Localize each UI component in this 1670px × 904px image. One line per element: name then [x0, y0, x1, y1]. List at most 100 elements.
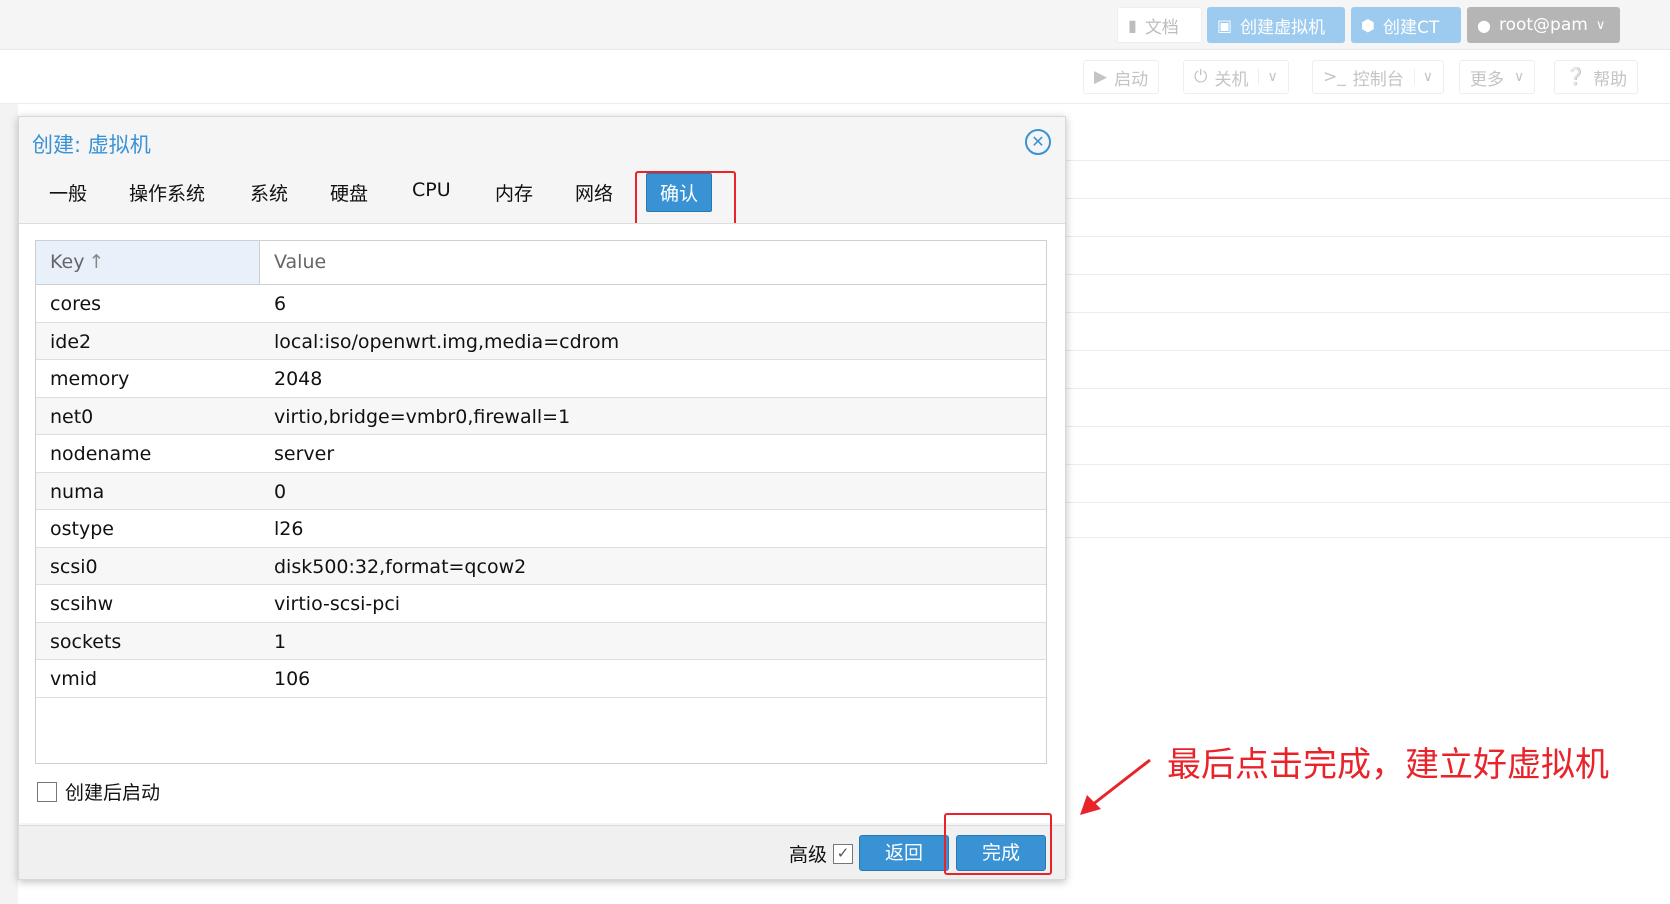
table-row[interactable]: scsihw virtio-scsi-pci [36, 585, 1046, 623]
more-label: 更多 [1470, 69, 1504, 90]
table-row[interactable]: ide2 local:iso/openwrt.img,media=cdrom [36, 322, 1046, 360]
row-key: memory [50, 368, 130, 390]
book-icon: ▮ [1128, 15, 1137, 35]
start-after-create-label: 创建后启动 [65, 782, 161, 804]
row-value: 2048 [274, 368, 323, 390]
tab-disk[interactable]: 硬盘 [330, 179, 368, 206]
shutdown-label: 关机 [1214, 69, 1249, 90]
row-key: nodename [50, 443, 152, 465]
start-button[interactable]: ▶ 启动 [1083, 60, 1160, 94]
help-label: 帮助 [1593, 69, 1628, 90]
row-value: 6 [274, 293, 287, 315]
user-menu[interactable]: ● root@pam ∨ [1467, 7, 1620, 43]
annotation-text: 最后点击完成，建立好虚拟机 [1167, 745, 1609, 785]
sort-asc-icon: ↑ [88, 251, 105, 273]
key-column-header[interactable]: Key ↑ [36, 241, 260, 284]
value-column-header[interactable]: Value [260, 241, 340, 284]
table-row[interactable]: vmid 106 [36, 660, 1046, 698]
checkbox-box[interactable] [37, 781, 57, 802]
console-button[interactable]: >_ 控制台 ∨ [1312, 60, 1444, 94]
create-vm-label: 创建虚拟机 [1240, 17, 1326, 38]
back-button[interactable]: 返回 [859, 835, 949, 871]
create-ct-label: 创建CT [1382, 17, 1440, 38]
tab-general[interactable]: 一般 [49, 179, 87, 206]
monitor-icon: ▣ [1217, 15, 1233, 35]
close-icon[interactable]: ✕ [1025, 129, 1051, 155]
row-key: scsihw [50, 593, 114, 615]
cube-icon: ⬢ [1361, 15, 1375, 35]
create-ct-button[interactable]: ⬢ 创建CT [1351, 7, 1461, 43]
value-header-label: Value [274, 251, 327, 273]
row-value: 106 [274, 668, 311, 690]
settings-grid: Key ↑ Value cores 6 ide2 local:iso/openwrt.… [35, 240, 1047, 764]
left-panel [0, 104, 18, 904]
row-key: ostype [50, 518, 114, 540]
vm-toolbar: ▶ 启动 ⏻ 关机 ∨ >_ 控制台 ∨ 更多 ∨ ❔ 帮助 [0, 50, 1670, 104]
power-icon: ⏻ [1194, 67, 1208, 87]
table-row[interactable]: sockets 1 [36, 622, 1046, 660]
chevron-down-icon: ∨ [1514, 69, 1525, 85]
row-key: sockets [50, 630, 122, 653]
row-key: vmid [50, 668, 98, 690]
create-vm-dialog: 创建: 虚拟机 ✕ 一般 操作系统 系统 硬盘 CPU 内存 网络 确认 Key… [18, 116, 1066, 880]
row-value: local:iso/openwrt.img,media=cdrom [274, 330, 620, 353]
shutdown-button[interactable]: ⏻ 关机 ∨ [1183, 60, 1289, 94]
chevron-down-icon[interactable]: ∨ [1413, 69, 1433, 85]
bg-divider [1060, 464, 1670, 465]
advanced-label: 高级 [789, 844, 828, 866]
bg-divider [1060, 160, 1670, 161]
terminal-icon: >_ [1323, 67, 1346, 87]
row-value: 0 [274, 480, 287, 503]
row-value: 1 [274, 630, 287, 653]
row-key: scsi0 [50, 555, 98, 578]
dialog-footer: 高级 ✓ 返回 完成 [19, 825, 1065, 879]
bg-divider [1060, 236, 1670, 237]
console-label: 控制台 [1352, 69, 1404, 90]
dialog-title: 创建: 虚拟机 [32, 133, 151, 157]
tab-cpu[interactable]: CPU [412, 179, 451, 201]
bg-divider [1060, 388, 1670, 389]
table-row[interactable]: ostype l26 [36, 510, 1046, 548]
help-icon: ❔ [1565, 67, 1587, 87]
bg-divider [1060, 198, 1670, 199]
bg-divider [1060, 274, 1670, 275]
create-vm-button[interactable]: ▣ 创建虚拟机 [1207, 7, 1345, 43]
row-value: virtio,bridge=vmbr0,firewall=1 [274, 405, 571, 428]
play-icon: ▶ [1094, 67, 1108, 87]
table-row[interactable]: numa 0 [36, 472, 1046, 510]
table-row[interactable]: memory 2048 [36, 360, 1046, 398]
user-label: root@pam [1498, 15, 1588, 35]
tab-os[interactable]: 操作系统 [129, 179, 205, 206]
docs-label: 文档 [1144, 17, 1179, 38]
user-icon: ● [1477, 15, 1491, 35]
advanced-checkbox[interactable]: 高级 ✓ [789, 840, 854, 867]
chevron-down-icon: ∨ [1595, 17, 1606, 33]
tab-memory[interactable]: 内存 [495, 179, 533, 206]
row-value: disk500:32,format=qcow2 [274, 555, 527, 578]
table-row[interactable]: scsi0 disk500:32,format=qcow2 [36, 547, 1046, 585]
check-icon[interactable]: ✓ [833, 843, 854, 864]
confirm-panel: Key ↑ Value cores 6 ide2 local:iso/openwrt.… [19, 223, 1065, 823]
top-bar: ▮ 文档 ▣ 创建虚拟机 ⬢ 创建CT ● root@pam ∨ [0, 0, 1670, 50]
docs-button[interactable]: ▮ 文档 [1117, 7, 1202, 43]
table-row[interactable]: cores 6 [36, 285, 1046, 323]
row-value: virtio-scsi-pci [274, 593, 401, 615]
start-after-create-checkbox[interactable]: 创建后启动 [37, 778, 160, 805]
row-value: l26 [274, 518, 304, 540]
key-header-label: Key [50, 251, 85, 273]
bg-divider [1060, 350, 1670, 351]
row-value: server [274, 443, 335, 465]
row-key: ide2 [50, 330, 92, 353]
table-row[interactable]: net0 virtio,bridge=vmbr0,firewall=1 [36, 397, 1046, 435]
chevron-down-icon[interactable]: ∨ [1258, 69, 1278, 85]
tab-system[interactable]: 系统 [250, 179, 288, 206]
bg-divider [1060, 537, 1670, 538]
wizard-tabs: 一般 操作系统 系统 硬盘 CPU 内存 网络 确认 [19, 167, 1065, 217]
row-key: numa [50, 480, 105, 503]
help-button[interactable]: ❔ 帮助 [1554, 60, 1639, 94]
more-button[interactable]: 更多 ∨ [1459, 60, 1536, 94]
bg-divider [1060, 502, 1670, 503]
tab-network[interactable]: 网络 [575, 179, 613, 206]
row-key: cores [50, 293, 102, 315]
table-row[interactable]: nodename server [36, 435, 1046, 473]
